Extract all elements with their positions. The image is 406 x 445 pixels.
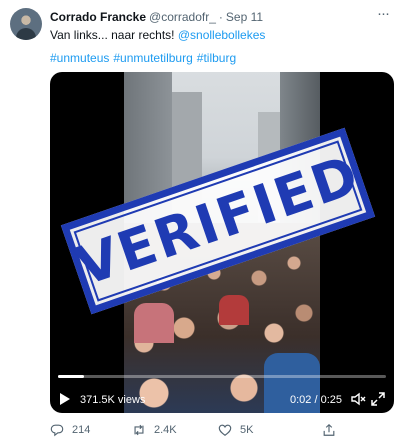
tweet-header: Corrado Francke @corradofr_ · Sep 11 ··· [50,6,392,25]
video-time: 0:02 / 0:25 [290,394,342,406]
mention-link[interactable]: @snollebollekes [178,28,266,42]
retweet-button[interactable]: 2.4K [132,420,177,440]
video-progress-fill [58,375,85,378]
avatar[interactable] [10,8,42,40]
tweet-text: Van links... naar rechts! @snollebolleke… [50,27,265,43]
like-icon [218,424,232,436]
fullscreen-icon[interactable] [370,391,386,407]
like-button[interactable]: 5K [218,420,253,440]
retweet-icon [134,424,144,436]
tweet-date[interactable]: Sep 11 [226,10,263,24]
tweet-text-main: Van links... naar rechts! [50,28,178,42]
reply-button[interactable]: 214 [50,420,90,440]
reply-count: 214 [72,424,91,436]
mute-icon[interactable] [350,391,366,407]
view-count: 371.5K views [80,394,146,406]
hashtag-tilburg[interactable]: #tilburg [197,51,236,65]
like-count: 5K [240,424,254,436]
retweet-count: 2.4K [154,424,177,436]
more-icon[interactable]: ··· [374,6,392,25]
share-button[interactable] [322,420,344,440]
hashtag-list: #unmuteus #unmutetilburg #tilburg [50,50,240,66]
tweet: Corrado Francke @corradofr_ · Sep 11 ··· Va… [0,0,406,445]
hashtag-unmutetilburg[interactable]: #unmutetilburg [113,51,192,65]
reply-icon [50,424,64,437]
video-progress-bar[interactable] [58,375,386,378]
crowd-person-pink [134,303,174,343]
hashtag-unmuteus[interactable]: #unmuteus [50,51,109,65]
play-icon[interactable] [59,392,71,406]
video-player[interactable]: VERIFIED 371.5K views 0:02 / 0:25 [50,72,394,413]
separator-dot: · [218,10,223,24]
crowd-person-red [219,295,249,325]
video-controls: 371.5K views 0:02 / 0:25 [50,385,394,413]
action-bar: 214 2.4K 5K [50,420,394,440]
author-display-name[interactable]: Corrado Francke [50,10,146,24]
author-handle[interactable]: @corradofr_ [149,10,216,24]
share-icon [323,423,335,436]
